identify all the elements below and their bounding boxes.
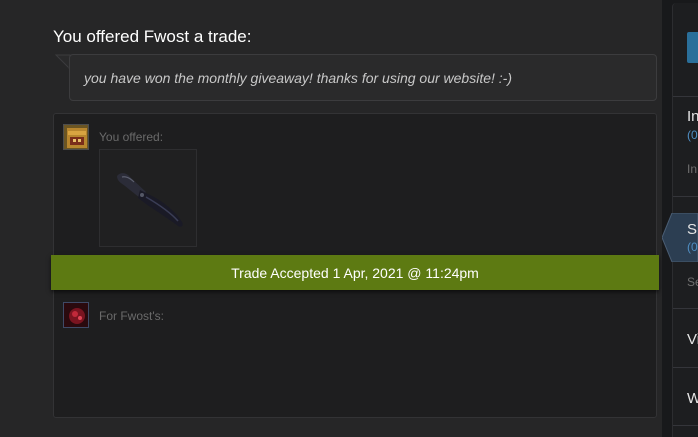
partner-avatar[interactable] xyxy=(63,302,89,328)
for-partner-label: For Fwost's: xyxy=(99,309,164,323)
sidebar-item-2-subtitle: Se xyxy=(687,275,698,289)
trade-message-text: you have won the monthly giveaway! thank… xyxy=(84,69,512,86)
my-avatar-image xyxy=(64,125,88,149)
sidebar-divider xyxy=(673,367,698,368)
sidebar-item-1-subtitle: In xyxy=(687,162,698,176)
trade-heading: You offered Fwost a trade: xyxy=(53,27,252,46)
sidebar-item-2-title[interactable]: S xyxy=(687,221,697,238)
sidebar-divider xyxy=(673,196,698,197)
sidebar-item-4-link[interactable]: W xyxy=(687,390,698,407)
you-offered-label: You offered: xyxy=(99,130,164,144)
sidebar-item-1-title[interactable]: In xyxy=(687,108,698,125)
sidebar-divider xyxy=(673,308,698,309)
sidebar-divider xyxy=(673,425,698,426)
my-avatar[interactable] xyxy=(63,124,89,150)
sidebar-item-1-count: (0 xyxy=(687,128,698,142)
sidebar-item-2-count: (0 xyxy=(687,240,698,254)
folding-knife-icon xyxy=(117,173,183,227)
sidebar-item-3-link[interactable]: Vi xyxy=(687,331,698,348)
partner-avatar-image xyxy=(64,303,88,327)
sidebar-action-button[interactable] xyxy=(687,32,698,63)
sidebar-divider xyxy=(673,96,698,97)
trade-status-text: Trade Accepted 1 Apr, 2021 @ 11:24pm xyxy=(231,264,479,281)
trade-status-banner: Trade Accepted 1 Apr, 2021 @ 11:24pm xyxy=(51,255,659,290)
offered-item-slot[interactable] xyxy=(99,149,197,247)
trade-offer-panel: You offered Fwost a trade: you have won … xyxy=(0,0,662,437)
trade-message: you have won the monthly giveaway! thank… xyxy=(69,54,657,101)
